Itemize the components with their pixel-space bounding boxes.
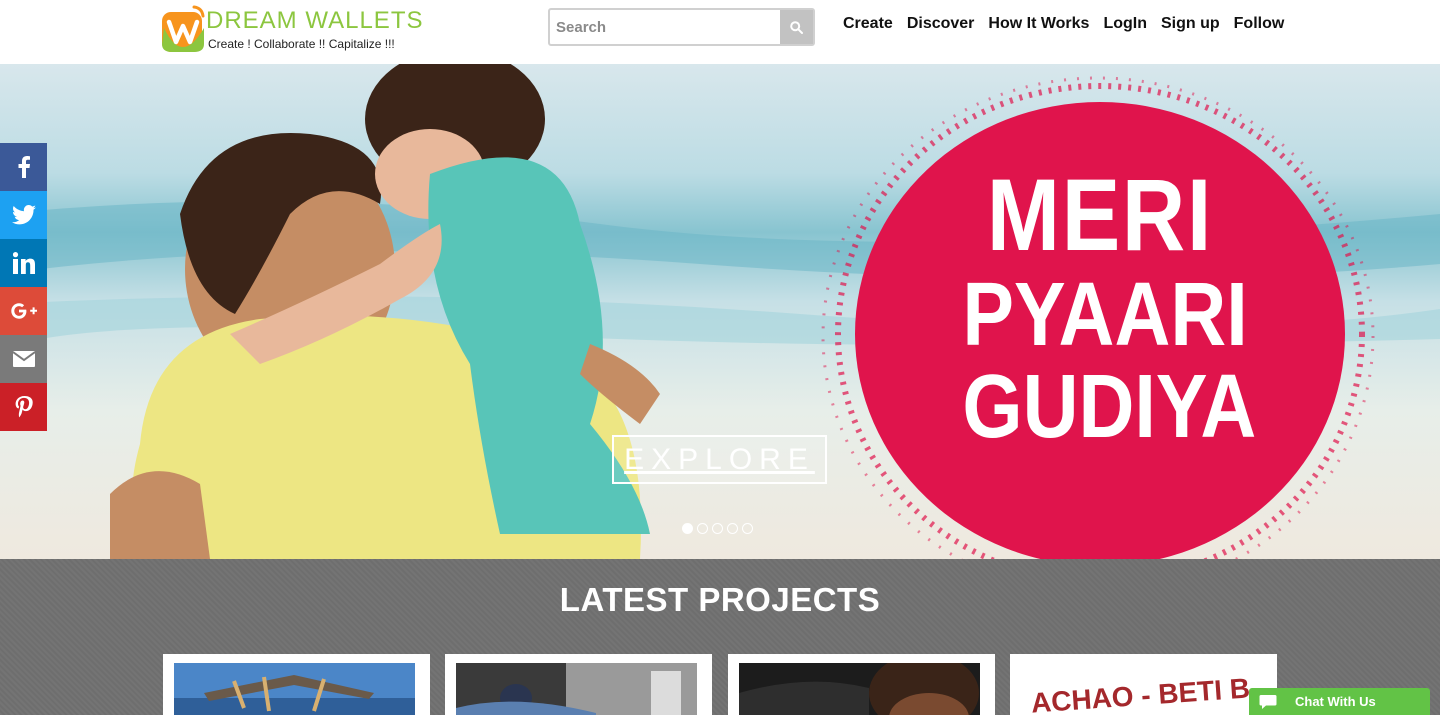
nav-follow[interactable]: Follow (1234, 14, 1285, 34)
nav-login[interactable]: LogIn (1103, 14, 1147, 34)
project-card-image (739, 663, 980, 715)
latest-projects-title: LATEST PROJECTS (559, 581, 881, 618)
chat-label: Chat With Us (1295, 694, 1376, 709)
slider-dots (682, 523, 757, 534)
brand-name: DREAM WALLETS (206, 7, 424, 34)
email-share-button[interactable] (0, 335, 47, 383)
search-box (548, 8, 815, 46)
nav-how-it-works[interactable]: How It Works (988, 14, 1089, 34)
latest-projects-section: LATEST PROJECTS ACHAO - BETI B (0, 559, 1440, 715)
google-plus-share-button[interactable] (0, 287, 47, 335)
linkedin-share-button[interactable] (0, 239, 47, 287)
pinterest-icon (15, 396, 33, 418)
explore-button[interactable]: EXPLORE (612, 435, 827, 484)
project-card-image (456, 663, 697, 715)
nav-create[interactable]: Create (843, 14, 893, 34)
slider-dot-5[interactable] (742, 523, 753, 534)
twitter-share-button[interactable] (0, 191, 47, 239)
search-button[interactable] (780, 10, 813, 44)
twitter-icon (11, 205, 36, 225)
google-plus-icon (10, 303, 37, 319)
slider-dot-4[interactable] (727, 523, 738, 534)
project-card-image (174, 663, 415, 715)
social-share-bar (0, 143, 47, 431)
nav-sign-up[interactable]: Sign up (1161, 14, 1220, 34)
project-card[interactable] (728, 654, 995, 715)
slider-dot-1[interactable] (682, 523, 693, 534)
main-nav: Create Discover How It Works LogIn Sign … (836, 14, 1291, 34)
brand-logo[interactable]: DREAM WALLETS Create ! Collaborate !! Ca… (160, 4, 422, 56)
project-card[interactable] (163, 654, 430, 715)
hero-slogan: MERI PYAARI GUDIYA (940, 164, 1260, 452)
project-card-image: ACHAO - BETI B (1021, 663, 1262, 715)
slogan-line-3: GUDIYA (962, 357, 1257, 457)
slider-dot-2[interactable] (697, 523, 708, 534)
search-input[interactable] (550, 10, 780, 44)
linkedin-icon (12, 252, 35, 274)
email-icon (12, 351, 35, 367)
slogan-line-1: MERI (986, 158, 1214, 272)
brand-tagline: Create ! Collaborate !! Capitalize !!! (208, 37, 395, 51)
slider-dot-3[interactable] (712, 523, 723, 534)
pinterest-share-button[interactable] (0, 383, 47, 431)
nav-discover[interactable]: Discover (907, 14, 975, 34)
chat-bubble-icon (1259, 694, 1277, 709)
project-card[interactable] (445, 654, 712, 715)
slogan-line-2: PYAARI (962, 265, 1248, 365)
chat-widget-button[interactable]: Chat With Us (1249, 688, 1430, 715)
facebook-icon (18, 156, 30, 178)
wallet-logo-icon (162, 5, 205, 52)
search-icon (790, 20, 803, 34)
project-card[interactable]: ACHAO - BETI B (1010, 654, 1277, 715)
site-header: DREAM WALLETS Create ! Collaborate !! Ca… (0, 0, 1440, 64)
hero-slider: MERI PYAARI GUDIYA EXPLORE (0, 64, 1440, 559)
facebook-share-button[interactable] (0, 143, 47, 191)
